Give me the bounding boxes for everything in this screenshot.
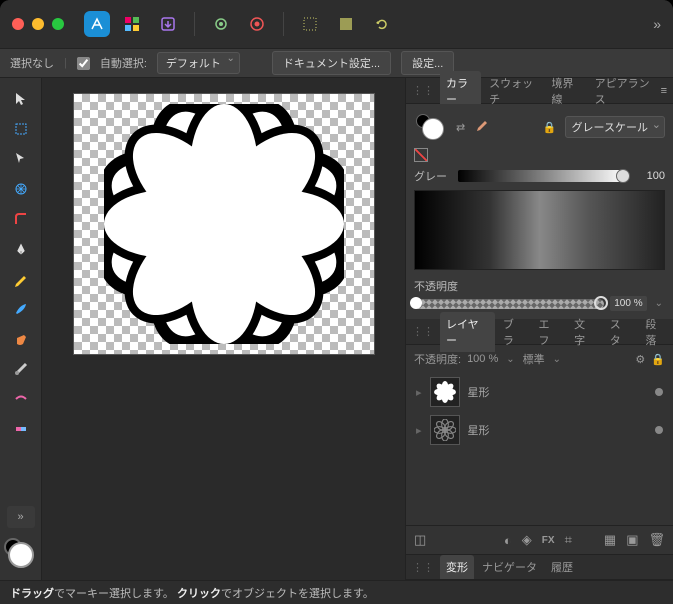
snapshot-icon[interactable] (243, 10, 271, 38)
eyedropper-icon[interactable] (473, 119, 489, 135)
panel-handle-icon[interactable]: ⋮⋮ (412, 325, 434, 338)
extra-tool-2[interactable] (7, 416, 35, 442)
panel-menu-icon[interactable]: ≡ (661, 85, 667, 97)
titlebar: » (0, 0, 673, 48)
layer-expand-icon[interactable]: ▸ (416, 424, 422, 437)
document-settings-button[interactable]: ドキュメント設定... (272, 51, 391, 75)
snap-rotate-icon[interactable] (368, 10, 396, 38)
app-icon (84, 11, 110, 37)
no-selection-label: 選択なし (10, 55, 54, 71)
layer-expand-icon[interactable]: ▸ (416, 386, 422, 399)
layer-thumbnail (430, 415, 460, 445)
studio-panels: ⋮⋮ カラー スウォッチ 境界線 アピアランス ≡ ⇄ 🔒 グレースケール (405, 78, 673, 580)
flower-artwork[interactable] (74, 94, 374, 354)
pen-tool[interactable] (7, 236, 35, 262)
vector-brush-tool[interactable] (7, 296, 35, 322)
fx-icon[interactable]: FX (542, 535, 555, 546)
opacity-label: 不透明度 (414, 278, 458, 294)
layer-opacity-label: 不透明度: (414, 351, 461, 367)
color-mode-dropdown[interactable]: グレースケール (565, 116, 665, 138)
layer-row[interactable]: ▸ 星形 (414, 411, 665, 449)
auto-select-label: 自動選択: (100, 55, 147, 71)
layer-lock-icon[interactable]: 🔒 (651, 353, 665, 366)
extra-tool-1[interactable] (7, 386, 35, 412)
pencil-tool[interactable] (7, 266, 35, 292)
panel-handle-icon[interactable]: ⋮⋮ (412, 84, 434, 97)
close-window[interactable] (12, 18, 24, 30)
auto-select-checkbox[interactable] (77, 57, 90, 70)
panel-handle-icon[interactable]: ⋮⋮ (412, 561, 434, 574)
lock-icon[interactable]: 🔒 (543, 121, 557, 134)
artboard-tool[interactable] (7, 116, 35, 142)
persona-switch-icon[interactable] (118, 10, 146, 38)
canvas-area[interactable] (42, 78, 405, 580)
status-hint: ドラッグでマーキー選択します。 クリックでオブジェクトを選択します。 (10, 585, 374, 601)
layer-toolbar: ◫ ◐ ◈ FX ⌗ ▦ ▣ 🗑 (406, 525, 673, 554)
move-tool[interactable] (7, 86, 35, 112)
layer-row[interactable]: ▸ 星形 (414, 373, 665, 411)
add-layer-icon[interactable]: ▣ (626, 532, 638, 548)
tab-navigator[interactable]: ナビゲータ (476, 555, 543, 579)
export-persona-icon[interactable] (154, 10, 182, 38)
transparency-tool[interactable] (7, 356, 35, 382)
grey-slider[interactable] (458, 170, 625, 182)
swap-colors-icon[interactable]: ⇄ (456, 121, 465, 134)
tools-panel: » (0, 78, 42, 580)
window-controls (12, 18, 64, 30)
layer-opacity-value[interactable]: 100 % (467, 353, 498, 365)
mask-layer-icon[interactable]: ◫ (414, 532, 426, 548)
opacity-slider[interactable] (414, 299, 604, 309)
none-swatch[interactable] (414, 148, 428, 162)
fill-tool[interactable] (7, 326, 35, 352)
layer-options-gear-icon[interactable]: ⚙ (635, 353, 645, 366)
grey-label: グレー (414, 168, 452, 184)
fill-stroke-swatch[interactable] (414, 112, 448, 142)
opacity-stepper[interactable]: ⌄ (653, 298, 665, 309)
zoom-window[interactable] (52, 18, 64, 30)
shape-builder-tool[interactable] (7, 176, 35, 202)
preferences-icon[interactable] (207, 10, 235, 38)
document-canvas[interactable] (74, 94, 374, 354)
layers-panel: 不透明度: 100 % ⌄ 標準 ⌄ ⚙ 🔒 ▸ 星形 (406, 345, 673, 455)
color-selector[interactable] (4, 538, 38, 572)
tab-transform[interactable]: 変形 (440, 555, 474, 579)
group-icon[interactable]: ▦ (604, 532, 616, 548)
color-panel: ⇄ 🔒 グレースケール グレー 100 不透明度 (406, 104, 673, 319)
adjustment-icon[interactable]: ◐ (504, 533, 512, 548)
opacity-value[interactable]: 100 % (610, 296, 646, 311)
layer-opacity-stepper[interactable]: ⌄ (504, 354, 516, 365)
tools-expander[interactable]: » (7, 506, 35, 528)
snap-dots-icon[interactable] (296, 10, 324, 38)
transform-panel-tabs: ⋮⋮ 変形 ナビゲータ 履歴 (406, 554, 673, 580)
color-preview[interactable] (414, 190, 665, 270)
crop-icon[interactable]: ⌗ (565, 532, 572, 548)
snap-grid-icon[interactable] (332, 10, 360, 38)
tab-history[interactable]: 履歴 (545, 555, 579, 579)
status-bar: ドラッグでマーキー選択します。 クリックでオブジェクトを選択します。 (0, 580, 673, 604)
corner-tool[interactable] (7, 206, 35, 232)
node-tool[interactable] (7, 146, 35, 172)
delete-layer-icon[interactable]: 🗑 (648, 532, 665, 548)
grey-value: 100 (631, 170, 665, 182)
layer-thumbnail (430, 377, 460, 407)
live-filter-icon[interactable]: ◈ (522, 532, 532, 548)
color-panel-tabs: ⋮⋮ カラー スウォッチ 境界線 アピアランス ≡ (406, 78, 673, 104)
toolbar-overflow[interactable]: » (653, 16, 661, 32)
minimize-window[interactable] (32, 18, 44, 30)
layer-name[interactable]: 星形 (468, 422, 647, 438)
layer-name[interactable]: 星形 (468, 384, 647, 400)
layers-panel-tabs: ⋮⋮ レイヤー ブラ エフ 文字 スタ 段落 (406, 319, 673, 345)
layer-visibility-dot[interactable] (655, 426, 663, 434)
blend-mode-dropdown[interactable]: 標準 (523, 351, 545, 367)
auto-select-preset-dropdown[interactable]: デフォルト (157, 52, 240, 74)
layer-visibility-dot[interactable] (655, 388, 663, 396)
